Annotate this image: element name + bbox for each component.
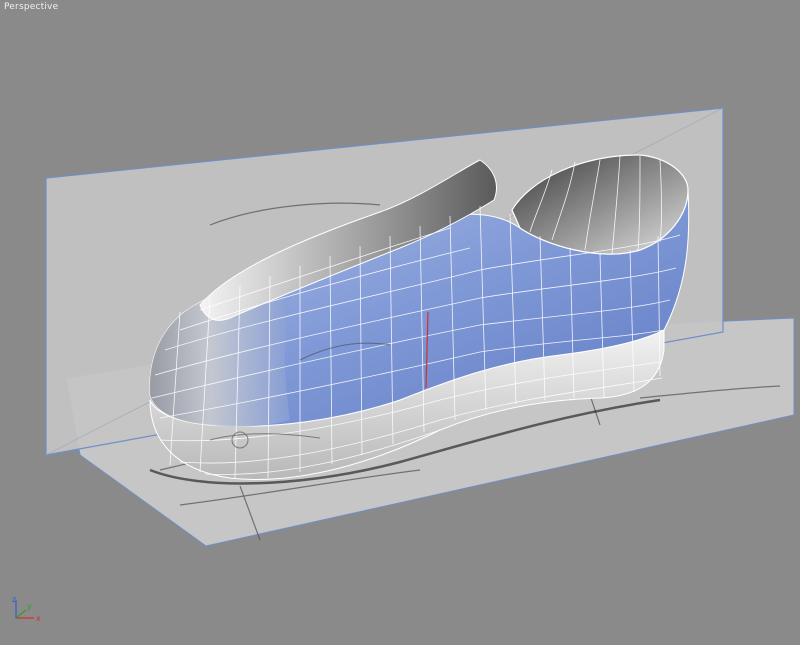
axis-z-label: z — [12, 596, 16, 604]
perspective-viewport[interactable]: Perspective z x y — [0, 0, 800, 645]
axis-y-label: y — [27, 602, 32, 611]
scene-canvas[interactable] — [0, 0, 800, 645]
axis-gizmo: z x y — [12, 596, 41, 623]
axis-y-line — [15, 609, 27, 619]
axis-x-label: x — [36, 614, 41, 623]
